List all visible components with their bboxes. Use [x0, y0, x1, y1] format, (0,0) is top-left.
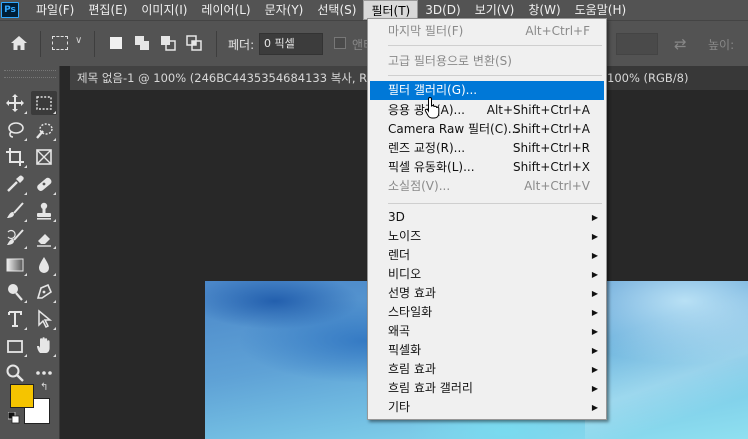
move-icon[interactable] [2, 91, 28, 115]
submenu-arrow-icon: ▶ [591, 403, 598, 412]
default-colors-icon[interactable] [7, 411, 20, 424]
type-icon[interactable] [2, 307, 28, 331]
menu-item-sharpen[interactable]: 선명 효과 ▶ [370, 284, 604, 303]
submenu-arrow-icon: ▶ [591, 365, 598, 374]
submenu-arrow-icon: ▶ [591, 213, 598, 222]
document-tab[interactable]: 제목 없음-1 @ 100% (246BC4435354684133 복사, R… [70, 66, 370, 90]
menu-item-convert-smart-filters[interactable]: 고급 필터용으로 변환(S) [370, 52, 604, 71]
lasso-icon[interactable] [2, 118, 28, 142]
submenu-arrow-icon: ▶ [591, 384, 598, 393]
marquee-preset-icon[interactable] [52, 36, 68, 50]
path-select-icon[interactable] [31, 307, 57, 331]
dodge-icon[interactable] [2, 280, 28, 304]
menu-help[interactable]: 도움말(H) [568, 0, 634, 20]
menu-item-blur[interactable]: 흐림 효과 ▶ [370, 360, 604, 379]
menu-item-3d[interactable]: 3D ▶ [370, 208, 604, 227]
document-tab-2[interactable]: 100% (RGB/8) [607, 66, 689, 90]
separator [216, 31, 217, 57]
antialias-checkbox[interactable] [334, 37, 346, 49]
home-icon[interactable] [10, 35, 28, 51]
submenu-arrow-icon: ▶ [591, 289, 598, 298]
menu-window[interactable]: 창(W) [521, 0, 567, 20]
menu-image[interactable]: 이미지(I) [134, 0, 194, 20]
menu-item-filter-gallery[interactable]: 필터 갤러리(G)... [370, 81, 604, 100]
menu-item-render[interactable]: 렌더 ▶ [370, 246, 604, 265]
chevron-down-icon[interactable]: ∨ [75, 35, 82, 46]
submenu-arrow-icon: ▶ [591, 232, 598, 241]
menu-item-video[interactable]: 비디오 ▶ [370, 265, 604, 284]
menu-item-stylize[interactable]: 스타일화 ▶ [370, 303, 604, 322]
hand-icon[interactable] [31, 334, 57, 358]
menu-item-last-filter[interactable]: 마지막 필터(F) Alt+Ctrl+F [370, 22, 604, 41]
brush-icon[interactable] [2, 199, 28, 223]
eyedropper-icon[interactable] [2, 172, 28, 196]
menu-item-distort[interactable]: 왜곡 ▶ [370, 322, 604, 341]
pen-icon[interactable] [31, 280, 57, 304]
menu-separator [388, 45, 602, 46]
submenu-arrow-icon: ▶ [591, 327, 598, 336]
submenu-arrow-icon: ▶ [591, 308, 598, 317]
menu-file[interactable]: 파일(F) [29, 0, 81, 20]
marquee-icon[interactable] [31, 91, 57, 115]
menu-item-blur-gallery[interactable]: 흐림 효과 갤러리 ▶ [370, 379, 604, 398]
add-selection-icon[interactable] [133, 34, 151, 52]
feather-input[interactable]: 0 픽셀 [259, 33, 323, 55]
history-brush-icon[interactable] [2, 226, 28, 250]
menu-item-vanishing-point[interactable]: 소실점(V)... Alt+Ctrl+V [370, 177, 604, 196]
photoshop-logo: Ps [1, 2, 19, 18]
menu-item-liquify[interactable]: 픽셀 유동화(L)... Shift+Ctrl+X [370, 158, 604, 177]
menu-separator [388, 75, 602, 76]
menu-item-noise[interactable]: 노이즈 ▶ [370, 227, 604, 246]
menu-edit[interactable]: 편집(E) [81, 0, 134, 20]
intersect-selection-icon[interactable] [185, 34, 203, 52]
menu-layer[interactable]: 레이어(L) [194, 0, 257, 20]
submenu-arrow-icon: ▶ [591, 346, 598, 355]
menu-item-lens-correction[interactable]: 렌즈 교정(R)... Shift+Ctrl+R [370, 139, 604, 158]
menu-filter[interactable]: 필터(T) [363, 0, 419, 20]
new-selection-icon[interactable] [107, 34, 125, 52]
zoom-icon[interactable] [2, 361, 28, 385]
menu-3d[interactable]: 3D(D) [418, 0, 467, 20]
menu-item-other[interactable]: 기타 ▶ [370, 398, 604, 417]
crop-icon[interactable] [2, 145, 28, 169]
tools-panel: ↰ [0, 66, 60, 439]
menu-view[interactable]: 보기(V) [468, 0, 522, 20]
quick-select-icon[interactable] [31, 118, 57, 142]
clone-stamp-icon[interactable] [31, 199, 57, 223]
submenu-arrow-icon: ▶ [591, 251, 598, 260]
menu-item-adaptive-wide-angle[interactable]: 응용 광각(A)... Alt+Shift+Ctrl+A [370, 101, 604, 120]
mouse-cursor-icon [424, 96, 440, 120]
eraser-icon[interactable] [31, 226, 57, 250]
menu-type[interactable]: 문자(Y) [258, 0, 311, 20]
rectangle-icon[interactable] [2, 334, 28, 358]
width-field[interactable] [616, 33, 658, 55]
frame-icon[interactable] [31, 145, 57, 169]
filter-menu-dropdown: 마지막 필터(F) Alt+Ctrl+F 고급 필터용으로 변환(S) 필터 갤러… [367, 18, 607, 420]
menu-select[interactable]: 선택(S) [310, 0, 363, 20]
healing-brush-icon[interactable] [31, 172, 57, 196]
image-highlight [585, 281, 748, 439]
separator [94, 31, 95, 57]
feather-label: 페더: [228, 38, 255, 52]
panel-grip[interactable] [4, 70, 56, 78]
subtract-selection-icon[interactable] [159, 34, 177, 52]
menu-separator [388, 203, 602, 204]
submenu-arrow-icon: ▶ [591, 270, 598, 279]
menu-bar: Ps 파일(F) 편집(E) 이미지(I) 레이어(L) 문자(Y) 선택(S)… [0, 0, 748, 20]
swap-colors-icon[interactable]: ↰ [40, 382, 48, 393]
menu-item-camera-raw-filter[interactable]: Camera Raw 필터(C)... Shift+Ctrl+A [370, 120, 604, 139]
height-label: 높이: [708, 38, 735, 52]
menu-item-pixelate[interactable]: 픽셀화 ▶ [370, 341, 604, 360]
swap-dimensions-icon[interactable]: ⇄ [674, 35, 687, 53]
separator [40, 31, 41, 57]
gradient-icon[interactable] [2, 253, 28, 277]
foreground-color-swatch[interactable] [10, 384, 34, 408]
blur-icon[interactable] [31, 253, 57, 277]
